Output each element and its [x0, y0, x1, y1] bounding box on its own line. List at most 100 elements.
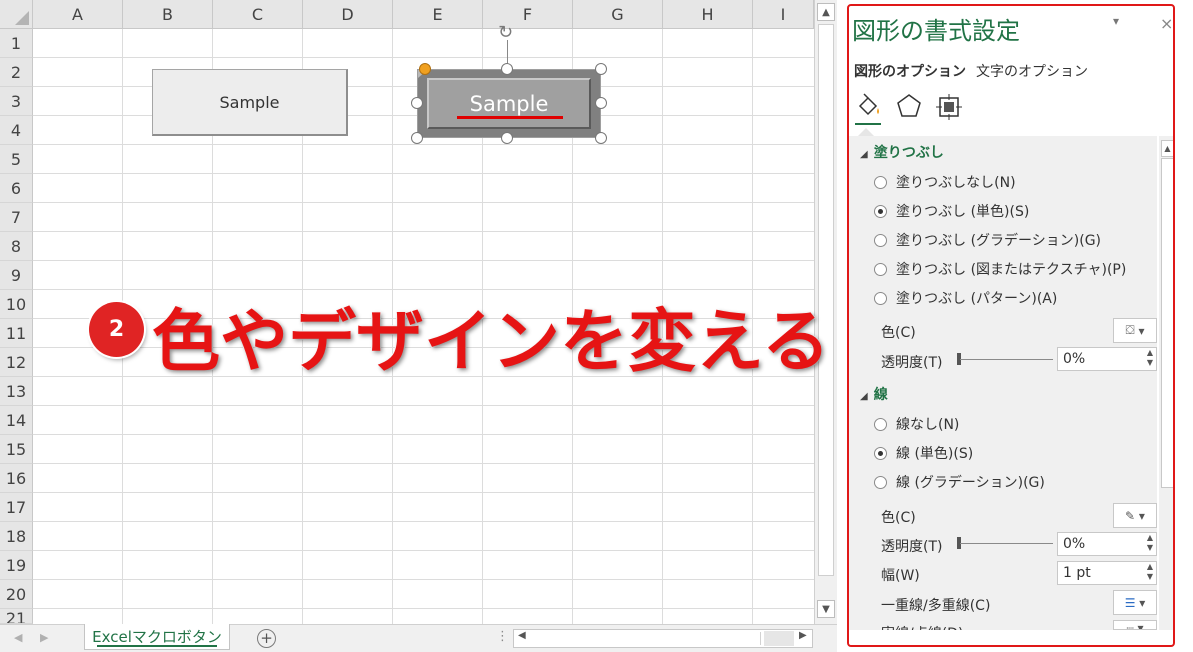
fill-line-icon[interactable] — [854, 92, 884, 120]
splitter-icon[interactable]: ⋮ — [496, 629, 509, 644]
resize-handle-top[interactable] — [501, 63, 513, 75]
tab-shape-options[interactable]: 図形のオプション — [854, 61, 966, 81]
next-sheet-icon[interactable]: ▶ — [40, 631, 48, 644]
line-transparency-slider[interactable] — [960, 543, 1053, 544]
horizontal-scrollbar[interactable]: ◀ ▶ — [513, 629, 813, 648]
row-header-8[interactable]: 8 — [0, 232, 33, 261]
fill-transparency-input[interactable]: 0% ▲ ▼ — [1057, 347, 1157, 371]
row-header-18[interactable]: 18 — [0, 522, 33, 551]
fill-none-option[interactable]: 塗りつぶしなし(N) — [874, 172, 1016, 192]
line-solid-option[interactable]: 線 (単色)(S) — [874, 443, 973, 463]
resize-handle-top-right[interactable] — [595, 63, 607, 75]
column-header-h[interactable]: H — [663, 0, 753, 29]
spinner-icon[interactable]: ▲ ▼ — [1147, 348, 1153, 368]
row-header-10[interactable]: 10 — [0, 290, 33, 319]
fill-section-header[interactable]: ◢ 塗りつぶし — [860, 142, 944, 162]
line-color-picker[interactable]: ✎ ▾ — [1113, 503, 1157, 528]
fill-picture-option[interactable]: 塗りつぶし (図またはテクスチャ)(P) — [874, 259, 1126, 279]
dash-type-dropdown[interactable]: ┈ ▾ — [1113, 620, 1157, 630]
effects-pentagon-icon[interactable] — [894, 92, 924, 120]
prev-sheet-icon[interactable]: ◀ — [14, 631, 22, 644]
pane-scroll-thumb[interactable] — [1161, 158, 1174, 488]
fill-color-picker[interactable]: ⛋ ▾ — [1113, 318, 1157, 343]
resize-handle-bottom-left[interactable] — [411, 132, 423, 144]
line-width-input[interactable]: 1 pt ▲ ▼ — [1057, 561, 1157, 585]
select-all-corner[interactable] — [0, 0, 33, 29]
column-header-b[interactable]: B — [123, 0, 213, 29]
adjust-handle[interactable] — [419, 63, 431, 75]
dash-type-label: 実線/点線(D) — [881, 623, 963, 630]
row-header-2[interactable]: 2 — [0, 58, 33, 87]
row-header-6[interactable]: 6 — [0, 174, 33, 203]
line-section-header[interactable]: ◢ 線 — [860, 384, 888, 404]
column-header-g[interactable]: G — [573, 0, 663, 29]
column-header-a[interactable]: A — [33, 0, 123, 29]
column-header-e[interactable]: E — [393, 0, 483, 29]
row-header-13[interactable]: 13 — [0, 377, 33, 406]
radio-icon[interactable] — [874, 291, 887, 305]
scroll-down-arrow-icon[interactable]: ▼ — [817, 600, 835, 618]
fill-pattern-option[interactable]: 塗りつぶし (パターン)(A) — [874, 288, 1057, 308]
scroll-up-arrow-icon[interactable]: ▲ — [817, 3, 835, 21]
row-header-1[interactable]: 1 — [0, 29, 33, 58]
row-header-7[interactable]: 7 — [0, 203, 33, 232]
radio-selected-icon[interactable] — [874, 446, 887, 460]
resize-handle-right[interactable] — [595, 97, 607, 109]
active-category-indicator — [855, 123, 881, 125]
size-properties-icon[interactable] — [934, 92, 964, 120]
horizontal-scroll-thumb[interactable] — [531, 632, 761, 645]
line-none-option[interactable]: 線なし(N) — [874, 414, 959, 434]
resize-handle-bottom-right[interactable] — [595, 132, 607, 144]
row-header-15[interactable]: 15 — [0, 435, 33, 464]
radio-selected-icon[interactable] — [874, 204, 887, 218]
radio-icon[interactable] — [874, 262, 887, 276]
row-header-11[interactable]: 11 — [0, 319, 33, 348]
pane-scrollbar[interactable]: ▲ — [1159, 136, 1175, 630]
sheet-tab[interactable]: Excelマクロボタン — [84, 624, 230, 650]
resize-handle-bottom[interactable] — [501, 132, 513, 144]
row-header-4[interactable]: 4 — [0, 116, 33, 145]
pane-scroll-up-icon[interactable]: ▲ — [1161, 140, 1174, 157]
radio-icon[interactable] — [874, 417, 887, 431]
radio-icon[interactable] — [874, 175, 887, 189]
column-header-f[interactable]: F — [483, 0, 573, 29]
pane-close-icon[interactable]: × — [1160, 14, 1173, 33]
scroll-right-arrow-icon[interactable]: ▶ — [799, 630, 807, 641]
column-header-i[interactable]: I — [753, 0, 814, 29]
scroll-left-arrow-icon[interactable]: ◀ — [518, 630, 526, 641]
excel-window: A B C D E F G H I 1 2 3 4 5 6 7 8 9 10 1… — [0, 0, 1193, 652]
row-header-9[interactable]: 9 — [0, 261, 33, 290]
compound-lines-icon: ☰ — [1124, 595, 1136, 610]
spinner-icon[interactable]: ▲ ▼ — [1147, 533, 1153, 553]
row-header-14[interactable]: 14 — [0, 406, 33, 435]
row-header-12[interactable]: 12 — [0, 348, 33, 377]
fill-solid-option[interactable]: 塗りつぶし (単色)(S) — [874, 201, 1029, 221]
radio-icon[interactable] — [874, 233, 887, 247]
column-header-c[interactable]: C — [213, 0, 303, 29]
compound-type-dropdown[interactable]: ☰ ▾ — [1113, 590, 1157, 615]
resize-handle-left[interactable] — [411, 97, 423, 109]
row-header-19[interactable]: 19 — [0, 551, 33, 580]
tab-text-options[interactable]: 文字のオプション — [976, 61, 1088, 81]
sample-button-plain[interactable]: Sample — [152, 69, 348, 136]
line-width-label: 幅(W) — [881, 568, 920, 584]
fill-gradient-option[interactable]: 塗りつぶし (グラデーション)(G) — [874, 230, 1101, 250]
line-transparency-input[interactable]: 0% ▲ ▼ — [1057, 532, 1157, 556]
radio-icon[interactable] — [874, 475, 887, 489]
row-header-20[interactable]: 20 — [0, 580, 33, 609]
annotation-text: 色やデザインを変える — [151, 302, 831, 383]
pane-title: 図形の書式設定 — [852, 17, 1020, 45]
spinner-icon[interactable]: ▲ ▼ — [1147, 562, 1153, 582]
pane-options-dropdown-icon[interactable]: ▾ — [1113, 14, 1119, 28]
rotate-handle-icon[interactable]: ↻ — [498, 22, 513, 43]
row-header-3[interactable]: 3 — [0, 87, 33, 116]
row-header-21[interactable]: 21 — [0, 609, 33, 624]
row-header-17[interactable]: 17 — [0, 493, 33, 522]
fill-transparency-slider[interactable] — [960, 359, 1053, 360]
column-header-d[interactable]: D — [303, 0, 393, 29]
row-header-16[interactable]: 16 — [0, 464, 33, 493]
row-header-5[interactable]: 5 — [0, 145, 33, 174]
sample-button-bevel[interactable]: Sample — [418, 70, 600, 137]
line-gradient-option[interactable]: 線 (グラデーション)(G) — [874, 472, 1045, 492]
add-sheet-icon[interactable]: + — [257, 629, 276, 648]
